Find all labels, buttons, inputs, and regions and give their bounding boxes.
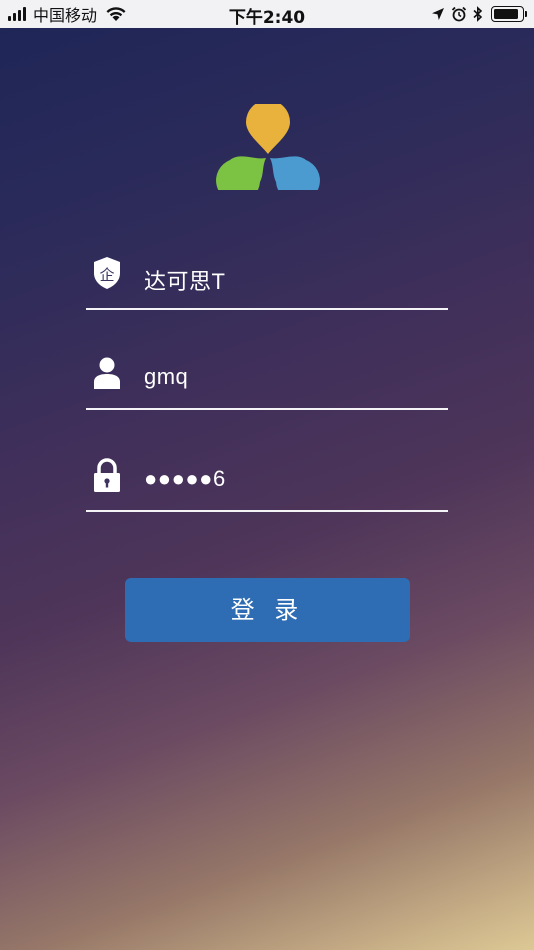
login-button[interactable]: 登 录 — [125, 578, 410, 642]
battery-icon — [491, 6, 527, 22]
company-underline — [86, 308, 448, 310]
location-icon — [432, 8, 444, 20]
app-logo — [216, 104, 320, 190]
status-bar: 中国移动 下午2:40 — [0, 0, 534, 28]
username-field[interactable]: gmq — [86, 350, 448, 410]
company-field[interactable]: 企 达可思T — [86, 250, 448, 310]
alarm-icon — [451, 6, 467, 22]
user-icon — [94, 357, 120, 389]
password-field[interactable]: ●●●●●6 — [86, 452, 448, 512]
username-underline — [86, 408, 448, 410]
company-input[interactable]: 达可思T — [144, 264, 225, 296]
shield-icon: 企 — [94, 257, 120, 289]
username-input[interactable]: gmq — [144, 364, 188, 390]
shield-icon-label: 企 — [99, 266, 114, 284]
lock-icon — [94, 458, 120, 492]
password-underline — [86, 510, 448, 512]
bluetooth-icon — [473, 6, 483, 22]
login-screen: 中国移动 下午2:40 企 达可思T gmq ●●●●●6 登 录 — [0, 0, 534, 950]
status-right — [425, 4, 527, 24]
password-input[interactable]: ●●●●●6 — [144, 466, 226, 492]
